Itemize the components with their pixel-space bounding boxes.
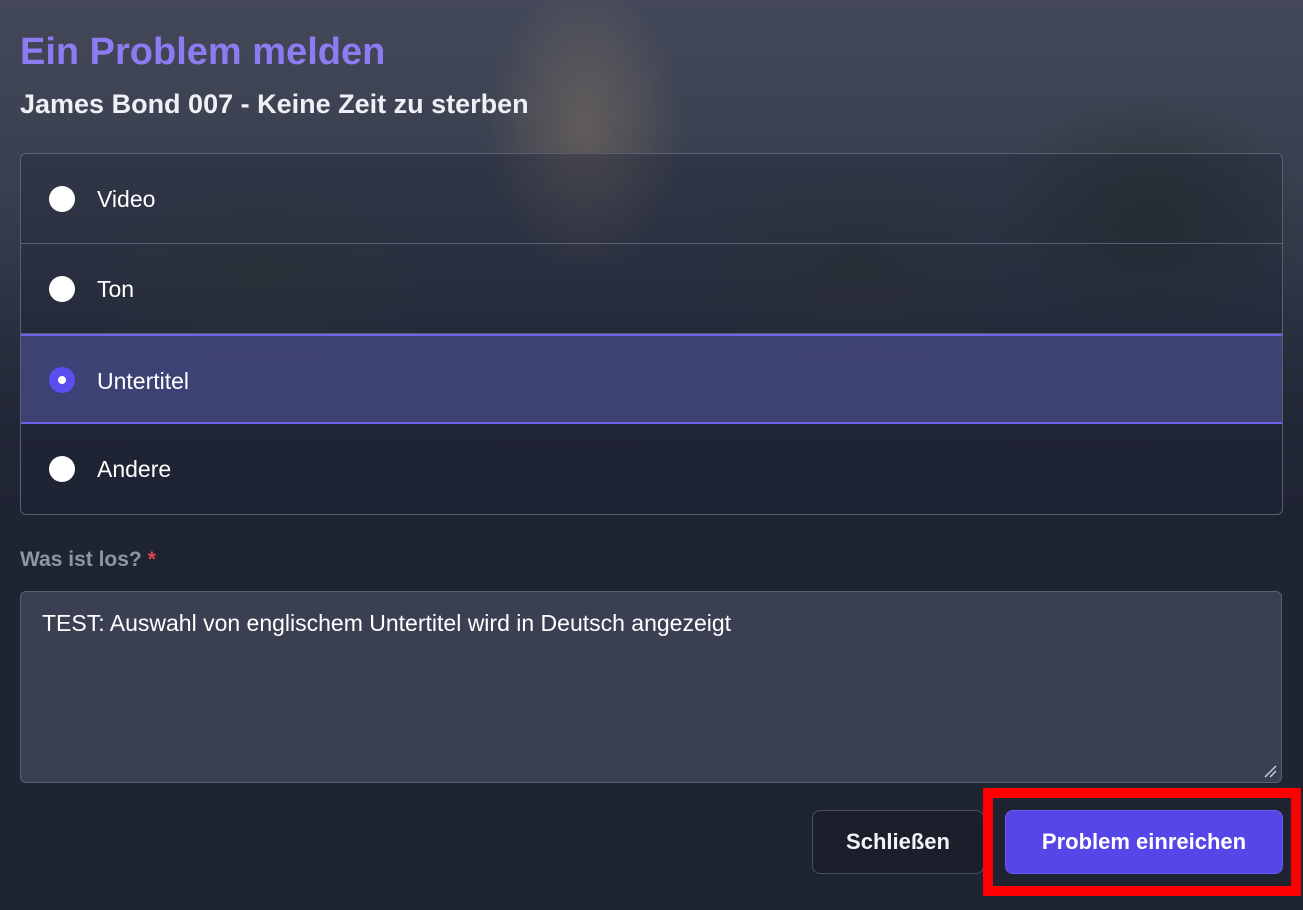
description-label: Was ist los? * (20, 546, 156, 574)
radio-icon[interactable] (49, 456, 75, 482)
radio-selected-icon[interactable] (49, 367, 75, 393)
description-value: TEST: Auswahl von englischem Untertitel … (42, 610, 732, 636)
option-label: Andere (97, 456, 172, 482)
problem-type-radio-group: Video Ton Untertitel Andere (20, 153, 1283, 515)
option-andere[interactable]: Andere (21, 424, 1282, 514)
resize-handle-icon[interactable] (1263, 764, 1277, 778)
option-label: Ton (97, 276, 135, 302)
radio-icon[interactable] (49, 276, 75, 302)
description-textarea[interactable]: TEST: Auswahl von englischem Untertitel … (20, 591, 1282, 783)
description-label-text: Was ist los? (20, 548, 142, 571)
close-button[interactable]: Schließen (812, 810, 984, 874)
submit-problem-button[interactable]: Problem einreichen (1005, 810, 1283, 874)
option-ton[interactable]: Ton (21, 244, 1282, 334)
option-label: Untertitel (97, 368, 190, 394)
required-marker: * (147, 548, 156, 571)
option-video[interactable]: Video (21, 154, 1282, 244)
dialog-title: Ein Problem melden (20, 31, 386, 73)
movie-title: James Bond 007 - Keine Zeit zu sterben (20, 89, 529, 119)
report-problem-dialog: Ein Problem melden James Bond 007 - Kein… (0, 0, 1303, 910)
radio-icon[interactable] (49, 186, 75, 212)
option-untertitel[interactable]: Untertitel (21, 334, 1282, 424)
option-label: Video (97, 186, 156, 212)
